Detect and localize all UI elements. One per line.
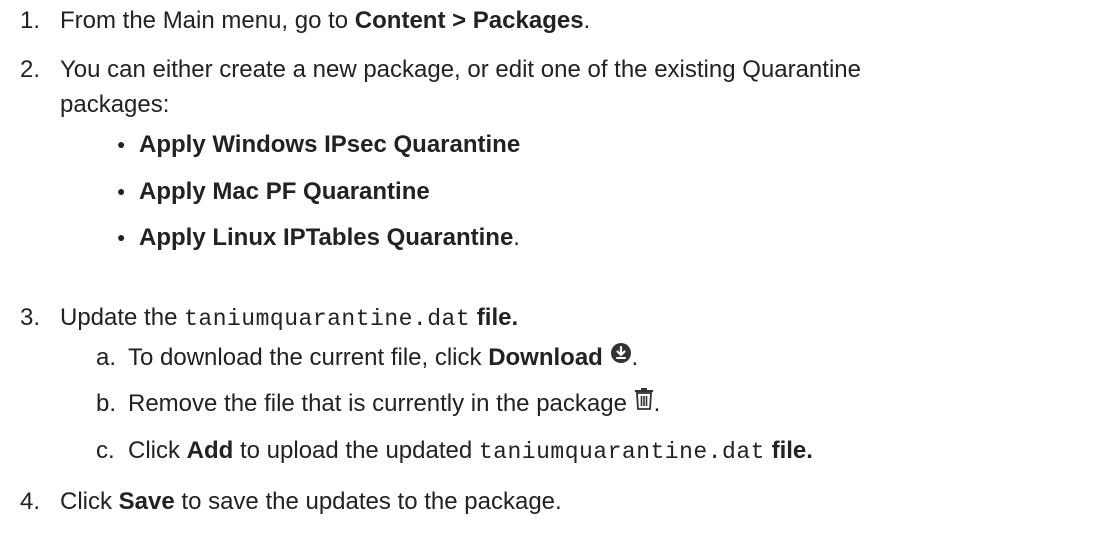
bullet-item-mac: ● Apply Mac PF Quarantine xyxy=(117,177,430,208)
file-name: taniumquarantine.dat xyxy=(478,439,765,465)
bullet-icon: ● xyxy=(117,135,126,152)
package-name: Apply Mac PF Quarantine xyxy=(139,178,430,205)
step-number: 3. xyxy=(20,304,41,331)
bullet-suffix: . xyxy=(513,224,520,251)
substep-text-end: file. xyxy=(764,437,813,464)
substep-text: Click xyxy=(128,437,187,464)
step-text: Click xyxy=(60,488,119,515)
step-2-continuation: packages: xyxy=(60,90,169,120)
menu-path: Content > Packages xyxy=(354,7,584,34)
step-text-end: . xyxy=(583,7,591,34)
substep-letter: b. xyxy=(96,390,117,417)
substep-text: Remove the file that is currently in the… xyxy=(128,390,634,417)
trash-icon xyxy=(634,387,654,418)
step-text-end: to save the updates to the package. xyxy=(174,488,562,515)
step-text: You can either create a new package, or … xyxy=(60,56,861,83)
step-3: 3. Update the taniumquarantine.dat file. xyxy=(20,303,518,334)
step-text: From the Main menu, go to xyxy=(60,7,355,34)
package-name: Apply Linux IPTables Quarantine xyxy=(139,224,514,251)
package-name: Apply Windows IPsec Quarantine xyxy=(139,131,521,158)
bullet-icon: ● xyxy=(117,182,126,199)
add-label: Add xyxy=(186,437,234,464)
step-number: 2. xyxy=(20,56,41,83)
substep-a: a. To download the current file, click Do… xyxy=(96,342,639,374)
step-number: 1. xyxy=(20,7,41,34)
step-2: 2. You can either create a new package, o… xyxy=(20,55,861,85)
substep-letter: c. xyxy=(96,437,115,464)
step-text-end: file. xyxy=(470,304,519,331)
save-label: Save xyxy=(118,488,175,515)
substep-text-mid: to upload the updated xyxy=(233,437,479,464)
substep-c: c. Click Add to upload the updated tanium… xyxy=(96,436,813,467)
file-name: taniumquarantine.dat xyxy=(184,306,471,332)
substep-letter: a. xyxy=(96,344,117,371)
step-text: packages: xyxy=(60,91,170,118)
bullet-item-linux: ● Apply Linux IPTables Quarantine. xyxy=(117,223,520,254)
substep-text-end: . xyxy=(653,390,661,417)
step-4: 4. Click Save to save the updates to the … xyxy=(20,487,562,517)
download-circle-icon xyxy=(610,342,632,372)
substep-b: b. Remove the file that is currently in t… xyxy=(96,387,661,420)
substep-text-end: . xyxy=(631,344,639,371)
substep-text: To download the current file, click xyxy=(128,344,489,371)
bullet-icon: ● xyxy=(117,228,126,245)
step-text: Update the xyxy=(60,304,185,331)
bullet-item-windows: ● Apply Windows IPsec Quarantine xyxy=(117,130,520,161)
download-label: Download xyxy=(488,344,603,371)
step-number: 4. xyxy=(20,488,41,515)
step-1: 1. From the Main menu, go to Content > Pa… xyxy=(20,6,590,36)
